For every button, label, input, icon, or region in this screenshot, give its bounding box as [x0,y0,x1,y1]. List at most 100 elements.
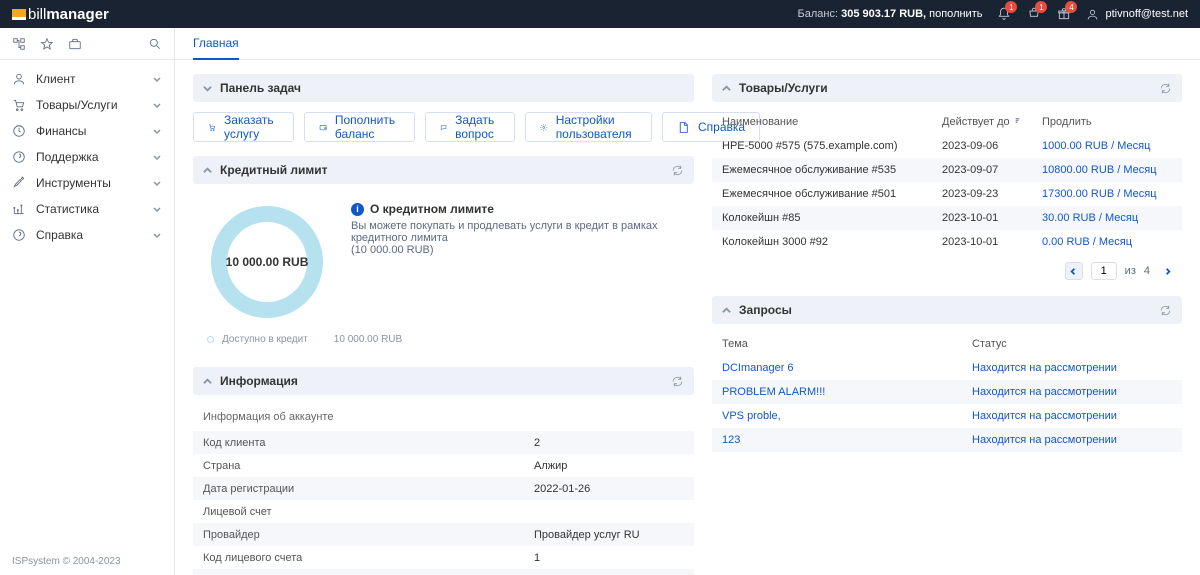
chevron-up-icon [203,166,212,175]
service-row: Колокейшн 3000 #922023-10-010.00 RUB / М… [712,230,1182,254]
chevron-down-icon [152,126,162,136]
request-topic-link[interactable]: VPS proble, [722,410,972,422]
logo-icon [12,9,26,20]
services-pager: из 4 [712,254,1182,282]
chevron-down-icon [152,74,162,84]
request-topic-link[interactable]: DCImanager 6 [722,362,972,374]
info-value: Провайдер услуг RU [534,529,684,541]
gift-icon[interactable]: 4 [1056,6,1072,22]
request-row: VPS proble,Находится на рассмотрении [712,404,1182,428]
refresh-icon[interactable] [671,164,684,177]
top-header: billmanager Баланс: 305 903.17 RUB, попо… [0,0,1200,28]
user-menu[interactable]: ptivnoff@test.net [1086,8,1188,21]
panel-info: Информация Информация об аккаунте Код кл… [193,367,694,575]
panel-header-services[interactable]: Товары/Услуги [712,74,1182,102]
renew-link[interactable]: 10800.00 RUB / Месяц [1042,164,1172,176]
request-status-link[interactable]: Находится на рассмотрении [972,434,1172,446]
credit-legend: Доступно в кредит 10 000.00 RUB [193,328,694,353]
request-status-link[interactable]: Находится на рассмотрении [972,386,1172,398]
tab-main[interactable]: Главная [193,28,239,60]
service-row: HPE-5000 #575 (575.example.com)2023-09-0… [712,134,1182,158]
panel-requests: Запросы Тема Статус DCImanager 6Находитс… [712,296,1182,452]
chevron-up-icon [722,84,731,93]
pager-input[interactable] [1091,262,1117,280]
cart-icon[interactable]: 1 [1026,6,1042,22]
sidebar-item[interactable]: Инструменты [0,170,174,196]
ask-question-button[interactable]: Задать вопрос [425,112,515,142]
renew-link[interactable]: 17300.00 RUB / Месяц [1042,188,1172,200]
request-row: DCImanager 6Находится на рассмотрении [712,356,1182,380]
sidebar-icon [12,176,26,190]
request-row: PROBLEM ALARM!!!Находится на рассмотрени… [712,380,1182,404]
renew-link[interactable]: 0.00 RUB / Месяц [1042,236,1172,248]
chevron-down-icon [152,204,162,214]
logo[interactable]: billmanager [12,6,109,23]
credit-donut: 10 000.00 RUB [207,202,327,322]
service-row: Колокейшн #852023-10-0130.00 RUB / Месяц [712,206,1182,230]
wallet-icon [319,121,327,134]
info-value: Алжир [534,460,684,472]
tabs: Главная [175,28,1200,60]
pager-next[interactable] [1158,262,1176,280]
service-row: Ежемесячное обслуживание #5352023-09-071… [712,158,1182,182]
info-icon: i [351,203,364,216]
balance: Баланс: 305 903.17 RUB, пополнить [798,8,983,20]
request-topic-link[interactable]: 123 [722,434,972,446]
order-service-button[interactable]: Заказать услугу [193,112,294,142]
pager-prev[interactable] [1065,262,1083,280]
topup-balance-button[interactable]: Пополнить баланс [304,112,415,142]
request-topic-link[interactable]: PROBLEM ALARM!!! [722,386,972,398]
renew-link[interactable]: 30.00 RUB / Месяц [1042,212,1172,224]
panel-header-credit[interactable]: Кредитный лимит [193,156,694,184]
briefcase-icon[interactable] [68,37,82,51]
sidebar-item[interactable]: Клиент [0,66,174,92]
chevron-down-icon [152,152,162,162]
services-header: Наименование Действует до Продлить [712,110,1182,134]
credit-info: iО кредитном лимите Вы можете покупать и… [351,202,684,322]
info-value: 2022-01-26 [534,483,684,495]
sidebar-item[interactable]: Справка [0,222,174,248]
star-icon[interactable] [40,37,54,51]
refresh-icon[interactable] [1159,82,1172,95]
refresh-icon[interactable] [1159,304,1172,317]
info-heading: Информация об аккаунте [193,405,694,431]
refresh-icon[interactable] [671,375,684,388]
panel-header-tasks[interactable]: Панель задач [193,74,694,102]
user-settings-button[interactable]: Настройки пользователя [525,112,652,142]
topup-link[interactable]: пополнить [929,8,982,20]
sidebar-item[interactable]: Товары/Услуги [0,92,174,118]
info-value: 1 [534,552,684,564]
sidebar-icon [12,98,26,112]
info-row: Лицевой счет [193,500,694,523]
search-icon[interactable] [148,37,162,51]
file-icon [677,121,690,134]
chevron-down-icon [152,230,162,240]
sidebar-icon [12,72,26,86]
panel-header-requests[interactable]: Запросы [712,296,1182,324]
request-status-link[interactable]: Находится на рассмотрении [972,410,1172,422]
logo-text-light: bill [28,6,46,23]
chevron-up-icon [203,377,212,386]
sidebar-item[interactable]: Поддержка [0,144,174,170]
sidebar-item[interactable]: Статистика [0,196,174,222]
sidebar-icon [12,202,26,216]
service-row: Ежемесячное обслуживание #5012023-09-231… [712,182,1182,206]
chevron-down-icon [152,178,162,188]
sidebar-icon [12,150,26,164]
chevron-down-icon [203,84,212,93]
sidebar-item[interactable]: Финансы [0,118,174,144]
sort-icon[interactable] [1013,116,1022,125]
info-row: Дата регистрации2022-01-26 [193,477,694,500]
renew-link[interactable]: 1000.00 RUB / Месяц [1042,140,1172,152]
bell-icon[interactable]: 1 [996,6,1012,22]
logo-text-bold: manager [46,6,109,23]
sidebar-footer: ISPsystem © 2004-2023 [0,548,174,575]
info-row: Баланс305903.17 RUB [193,569,694,575]
panel-header-info[interactable]: Информация [193,367,694,395]
tree-icon[interactable] [12,37,26,51]
info-row: Код клиента2 [193,431,694,454]
chat-icon [440,121,447,134]
panel-tasks: Панель задач Заказать услугу Пополнить б… [193,74,694,142]
requests-header: Тема Статус [712,332,1182,356]
request-status-link[interactable]: Находится на рассмотрении [972,362,1172,374]
